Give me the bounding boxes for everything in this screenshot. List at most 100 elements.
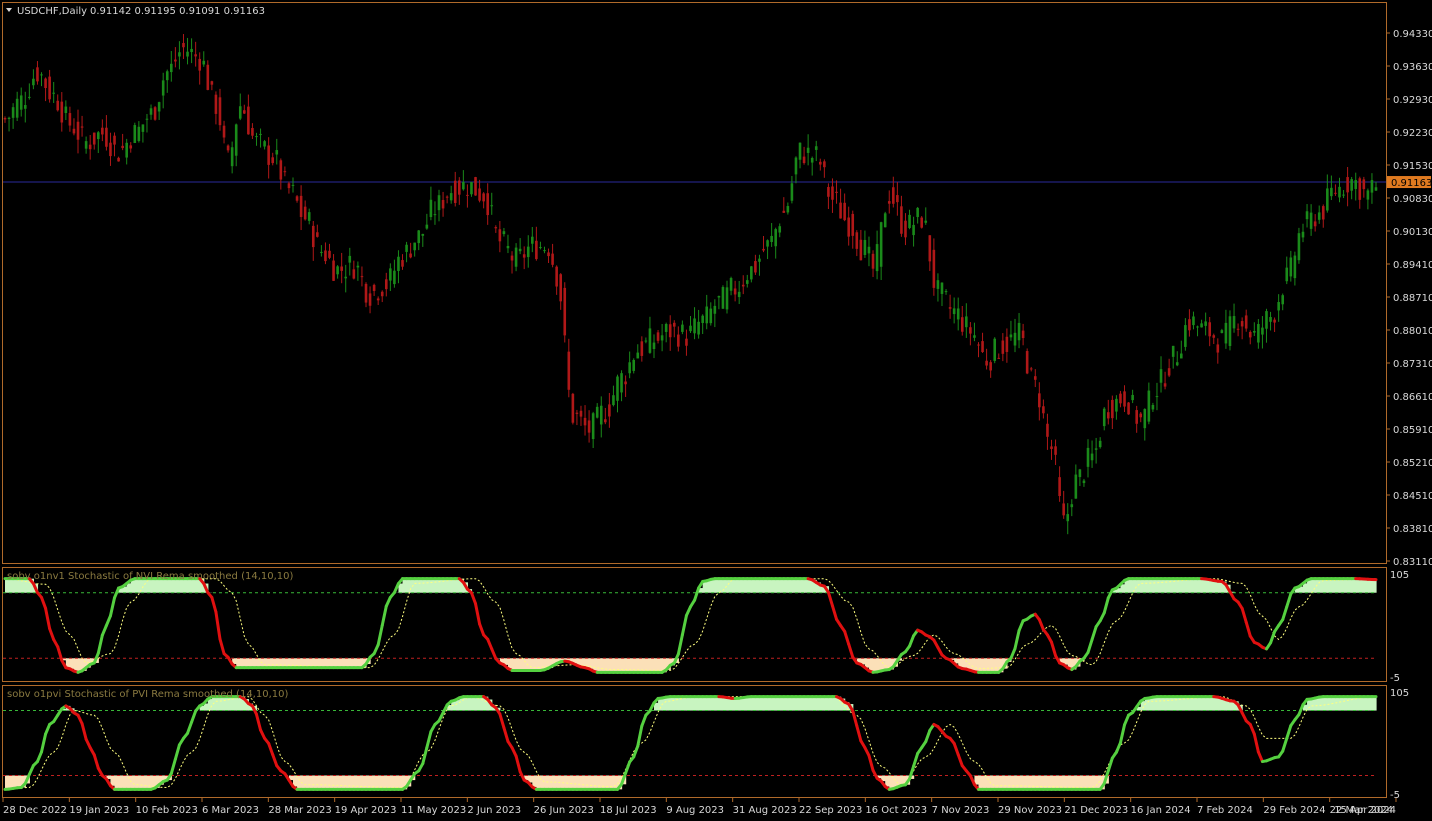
nvi-oscillator-pane[interactable]: 105 -5	[3, 570, 1409, 684]
nvi-overbought-fill	[426, 578, 432, 593]
pvi-overbought-fill	[698, 696, 704, 711]
candle-body	[1354, 180, 1358, 190]
candle-body	[291, 184, 295, 186]
candle	[405, 241, 408, 263]
candle-body	[210, 81, 214, 85]
time-tick-label: 28 Dec 2022	[3, 805, 67, 816]
candle-body	[997, 357, 1001, 359]
candle-body	[871, 253, 875, 269]
candle-body	[320, 251, 323, 253]
candle	[1188, 309, 1191, 337]
nvi-overbought-fill	[1197, 578, 1203, 593]
candle-body	[1131, 394, 1134, 401]
candle	[612, 385, 615, 407]
candle-body	[80, 126, 84, 128]
candle-body	[685, 338, 688, 346]
candle-body	[1257, 324, 1260, 343]
candle	[490, 192, 494, 215]
candle	[689, 315, 692, 334]
pvi-oscillator-pane[interactable]: 105 -5	[3, 688, 1409, 801]
candle	[908, 209, 911, 230]
candle-body	[218, 97, 222, 126]
candle	[494, 225, 498, 233]
nvi-overbought-fill	[804, 578, 809, 593]
candle	[924, 207, 928, 225]
candle	[1139, 412, 1143, 423]
nvi-overbought-fill	[1347, 578, 1353, 593]
nvi-overbought-fill	[1367, 579, 1373, 593]
price-tick-label: 0.89410	[1393, 260, 1432, 271]
nvi-main-line-segment	[1102, 596, 1110, 615]
price-tick-label: 0.90830	[1393, 194, 1432, 205]
candle	[672, 320, 676, 338]
candle-body	[109, 142, 112, 157]
pvi-overbought-fill	[479, 696, 485, 711]
candle-body	[198, 58, 201, 71]
candle	[725, 280, 729, 314]
pvi-overbought-fill	[1177, 696, 1182, 711]
candle-body	[1184, 325, 1187, 347]
pvi-overbought-fill	[1197, 696, 1203, 711]
candle	[1301, 223, 1305, 243]
candle	[709, 302, 713, 326]
pvi-overbought-fill	[670, 696, 675, 711]
nvi-main-line-segment	[218, 637, 226, 656]
candle-body	[1297, 233, 1301, 261]
candle-body	[928, 235, 932, 262]
pvi-main-line-segment	[851, 709, 859, 728]
candle	[583, 405, 587, 436]
candle-body	[48, 76, 51, 100]
pvi-oversold-fill	[982, 775, 988, 790]
candle-body	[457, 180, 461, 195]
candle-body	[384, 279, 388, 290]
candle	[810, 156, 814, 176]
candle-body	[453, 180, 457, 203]
time-tick-label: 7 Nov 2023	[932, 805, 990, 816]
candle	[84, 136, 88, 154]
candle	[1098, 437, 1102, 449]
time-tick-label: 2 Jun 2023	[467, 805, 521, 816]
candle	[847, 206, 850, 246]
candle-body	[222, 125, 226, 138]
candle	[210, 80, 214, 91]
candle-body	[247, 106, 250, 135]
candle	[1330, 175, 1333, 201]
candle	[263, 139, 266, 150]
nvi-oversold-fill	[516, 658, 521, 671]
candle	[441, 191, 445, 217]
candle	[510, 251, 514, 274]
candle-body	[502, 231, 506, 235]
pvi-main-line-segment	[498, 712, 506, 730]
candle	[1001, 333, 1005, 362]
nvi-overbought-fill	[1140, 578, 1146, 593]
pvi-oversold-fill	[885, 775, 890, 787]
candle	[80, 115, 84, 137]
candle	[656, 330, 660, 344]
candle-body	[559, 274, 563, 302]
candle-body	[1013, 332, 1017, 346]
candle	[818, 158, 822, 171]
nvi-overbought-fill	[1124, 580, 1130, 593]
nvi-overbought-fill	[1185, 578, 1191, 593]
pvi-overbought-fill	[731, 698, 736, 711]
candle-body	[466, 194, 469, 196]
pvi-overbought-fill	[1363, 696, 1369, 711]
nvi-oversold-fill	[512, 658, 517, 671]
candle	[56, 94, 60, 112]
nvi-overbought-fill	[791, 578, 797, 593]
price-pane[interactable]	[3, 34, 1386, 535]
candle-body	[1127, 402, 1130, 415]
pvi-oversold-fill	[580, 775, 586, 790]
candle	[977, 342, 980, 358]
candle	[121, 133, 124, 151]
candle	[831, 178, 834, 213]
candle	[1151, 402, 1155, 412]
pvi-overbought-fill	[1307, 699, 1312, 711]
candle	[875, 230, 879, 280]
dropdown-arrow-icon[interactable]	[6, 8, 12, 12]
candle	[1265, 308, 1268, 343]
candle-body	[1143, 409, 1147, 429]
pvi-overbought-fill	[779, 696, 785, 711]
candle	[117, 156, 120, 162]
pvi-main-line-segment	[40, 732, 48, 754]
